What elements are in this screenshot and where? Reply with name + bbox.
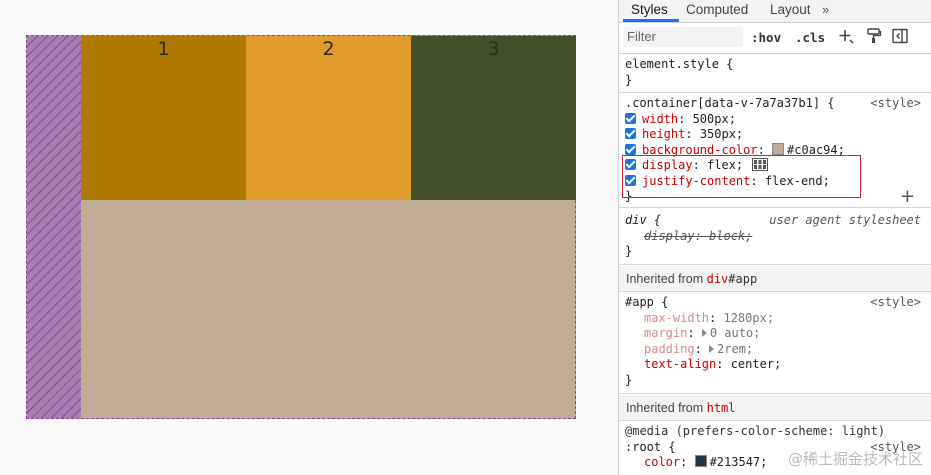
rule-selector[interactable]: element.style { [625, 57, 931, 73]
rule-close-brace: } [625, 72, 633, 87]
property-name[interactable]: max-width [644, 311, 709, 325]
rule-source-label: user agent stylesheet [769, 213, 921, 227]
property-value[interactable]: 0 auto; [710, 326, 761, 340]
property-value[interactable]: 1280px; [723, 311, 774, 325]
add-declaration-button[interactable]: + [900, 186, 915, 207]
property-value[interactable]: #213547; [710, 455, 768, 469]
property-value[interactable]: 350px; [700, 127, 743, 141]
css-declaration: max-width: 1280px; [644, 310, 775, 325]
rule-selector[interactable]: .container[data-v-7a7a37b1] { [625, 96, 835, 110]
inherited-from-html-header: Inherited from html [619, 395, 931, 421]
property-name[interactable]: width [642, 112, 678, 126]
paint-roller-icon[interactable] [865, 27, 883, 45]
property-name[interactable]: margin [644, 326, 687, 340]
property-name[interactable]: color [644, 455, 680, 469]
rule-source-link[interactable]: <style> [870, 96, 921, 112]
rule-selector[interactable]: :root { [625, 440, 676, 454]
rule-selector[interactable]: #app { [625, 295, 668, 309]
flex-item-2: 2 [246, 36, 411, 200]
tab-computed[interactable]: Computed [686, 2, 748, 17]
page-preview: 1 2 3 [0, 0, 618, 475]
inherited-element-link[interactable]: html [707, 401, 736, 415]
property-value[interactable]: 500px; [693, 112, 736, 126]
flex-item-3: 3 [411, 36, 576, 200]
cls-toggle-button[interactable]: .cls [795, 30, 825, 45]
styles-toolbar: Filter :hov .cls [619, 23, 931, 54]
css-declaration: margin: 0 auto; [644, 326, 761, 340]
declaration-checkbox[interactable] [625, 112, 636, 124]
inherited-from-app-header: Inherited from div#app [619, 266, 931, 292]
inherited-element-link[interactable]: div#app [707, 272, 758, 286]
rule-close-brace: } [625, 244, 633, 258]
color-swatch[interactable] [694, 455, 707, 467]
css-declaration: width: 500px; [625, 112, 931, 128]
tab-layout[interactable]: Layout [770, 2, 811, 17]
color-swatch[interactable] [772, 142, 785, 155]
element-tag: div [706, 272, 729, 286]
more-tabs-button[interactable]: » [822, 2, 829, 17]
declaration-checkbox[interactable] [625, 143, 636, 155]
inherited-label: Inherited from [626, 401, 707, 415]
app-style-rule: #app { <style> max-width: 1280px; margin… [619, 293, 931, 394]
inherited-label: Inherited from [626, 272, 707, 286]
user-agent-rule: div { user agent stylesheet display: blo… [619, 209, 931, 265]
rule-source-link[interactable]: <style> [870, 295, 921, 311]
css-declaration: height: 350px; [625, 127, 931, 143]
property-value[interactable]: 2rem; [717, 342, 753, 356]
property-value[interactable]: center; [731, 357, 782, 371]
active-tab-indicator [623, 19, 679, 22]
css-declaration: padding: 2rem; [644, 341, 754, 356]
highlight-annotation-box [622, 155, 861, 198]
element-style-rule: element.style { } [619, 55, 931, 93]
hov-toggle-button[interactable]: :hov [751, 30, 781, 45]
tab-styles[interactable]: Styles [631, 2, 668, 17]
rule-close-brace: } [625, 372, 633, 387]
filter-input[interactable]: Filter [623, 27, 743, 47]
watermark-text: @稀土掘金技术社区 [787, 450, 923, 468]
toggle-sidebar-icon[interactable] [891, 27, 909, 45]
flex-item-1: 1 [81, 36, 246, 200]
flex-item-label: 3 [487, 38, 500, 60]
expand-triangle-icon[interactable] [709, 344, 715, 353]
flex-container: 1 2 3 [26, 35, 576, 419]
flex-item-label: 2 [322, 38, 335, 60]
expand-triangle-icon[interactable] [701, 329, 707, 337]
new-style-rule-icon[interactable] [837, 27, 855, 45]
flex-free-space-overlay [27, 36, 81, 418]
property-name[interactable]: height [642, 127, 685, 141]
devtools-tabbar: Styles Computed Layout » [619, 0, 931, 23]
devtools-panel: Styles Computed Layout » Filter :hov .cl… [618, 0, 931, 475]
media-query: @media (prefers-color-scheme: light) [625, 424, 886, 438]
flex-item-label: 1 [157, 38, 170, 60]
property-name[interactable]: text-align [644, 357, 716, 371]
rule-selector[interactable]: div { [625, 213, 661, 227]
property-name[interactable]: padding [644, 342, 695, 356]
element-id: #app [728, 272, 758, 286]
css-declaration: text-align: center; [644, 357, 782, 371]
overridden-declaration[interactable]: display: block; [644, 229, 752, 243]
declaration-checkbox[interactable] [625, 128, 636, 139]
